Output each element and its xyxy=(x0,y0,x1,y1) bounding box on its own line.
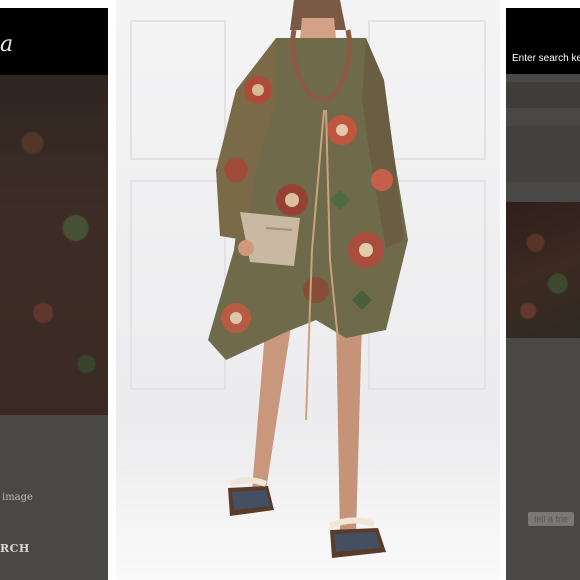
tell-a-friend-button[interactable]: tell a frie xyxy=(528,512,575,526)
nav-bar xyxy=(506,82,580,108)
left-header-bar: a xyxy=(0,8,108,75)
product-photo[interactable] xyxy=(116,0,500,580)
sandals xyxy=(228,477,386,558)
image-caption: image xyxy=(2,492,33,503)
right-header-bar xyxy=(506,8,580,74)
content-block xyxy=(506,126,580,182)
right-background-page: tell a frie xyxy=(506,8,580,580)
left-background-page: a image RCH xyxy=(0,8,108,580)
model-illustration xyxy=(208,0,408,558)
left-product-image xyxy=(0,75,108,415)
product-thumbnail[interactable] xyxy=(506,202,580,338)
search-heading: RCH xyxy=(0,542,30,555)
search-input[interactable] xyxy=(512,46,580,70)
site-logo[interactable]: a xyxy=(0,32,13,57)
